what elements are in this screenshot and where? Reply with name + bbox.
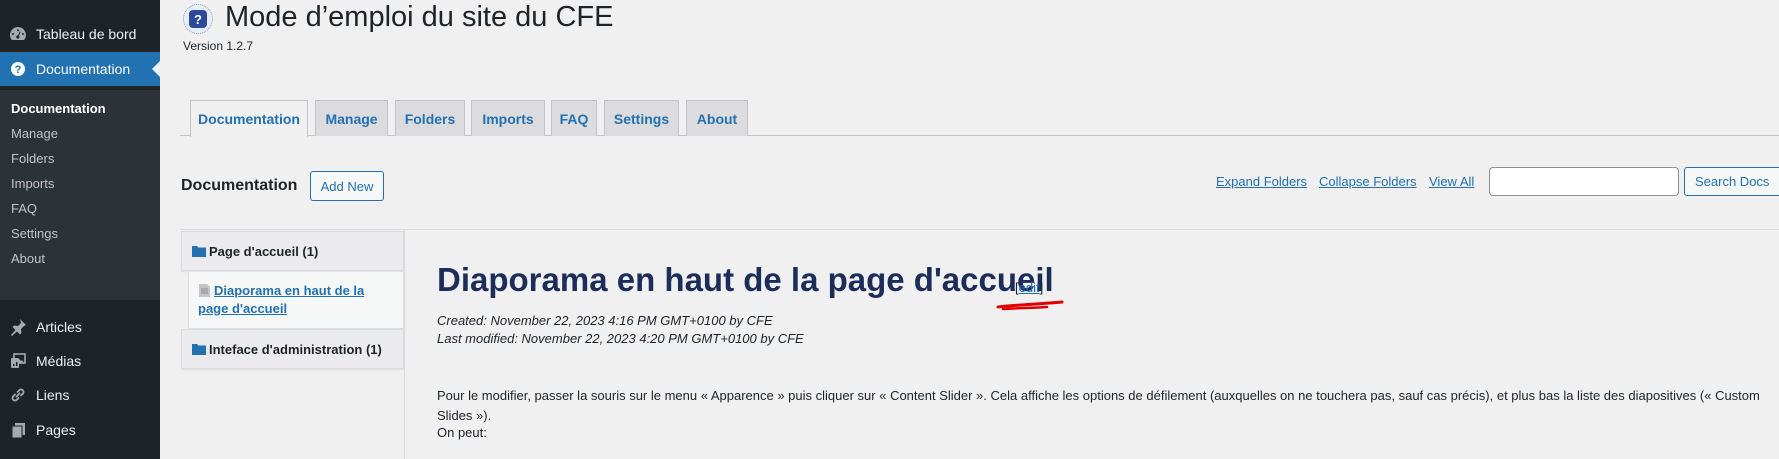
plugin-logo: ? xyxy=(183,4,213,34)
submenu-folders[interactable]: Folders xyxy=(11,151,54,166)
tab-imports[interactable]: Imports xyxy=(471,100,545,136)
menu-item-liens[interactable]: Liens xyxy=(0,378,160,412)
documentation-heading: Documentation xyxy=(181,177,298,194)
folder-interface-admin[interactable]: Inteface d'administration (1) xyxy=(181,329,404,369)
tab-manage[interactable]: Manage xyxy=(315,100,388,136)
menu-item-label: Tableau de bord xyxy=(36,26,137,42)
menu-item-pages[interactable]: Pages xyxy=(0,413,160,447)
folder-label: Page d'accueil (1) xyxy=(209,243,319,259)
menu-item-label: Documentation xyxy=(36,61,131,77)
menu-item-label: Médias xyxy=(36,353,82,369)
article-body-line: On peut: xyxy=(437,425,487,440)
add-new-button[interactable]: Add New xyxy=(310,171,384,201)
dashboard-icon xyxy=(0,24,36,44)
submenu-faq[interactable]: FAQ xyxy=(11,201,37,216)
article-body-paragraph: Pour le modifier, passer la souris sur l… xyxy=(437,388,1760,423)
pin-icon xyxy=(0,317,36,337)
tab-settings[interactable]: Settings xyxy=(604,100,679,136)
folder-label: Inteface d'administration (1) xyxy=(209,341,382,357)
collapse-folders-link[interactable]: Collapse Folders xyxy=(1319,174,1417,189)
link-icon xyxy=(0,385,36,405)
folder-page-accueil[interactable]: Page d'accueil (1) xyxy=(181,231,404,271)
created-meta: Created: November 22, 2023 4:16 PM GMT+0… xyxy=(437,313,773,328)
doc-item: Diaporama en haut de la page d'accueil xyxy=(188,272,404,329)
search-docs-button[interactable]: Search Docs xyxy=(1684,167,1779,196)
menu-item-label: Pages xyxy=(36,422,76,438)
menu-item-articles[interactable]: Articles xyxy=(0,310,160,344)
submenu-documentation[interactable]: Documentation xyxy=(11,101,106,116)
tab-faq[interactable]: FAQ xyxy=(551,100,597,136)
menu-item-medias[interactable]: Médias xyxy=(0,344,160,378)
page-title: Mode d’emploi du site du CFE xyxy=(225,1,614,33)
submenu-settings[interactable]: Settings xyxy=(11,226,58,241)
admin-sidebar: Tableau de bord ? Documentation Document… xyxy=(0,0,160,459)
menu-item-documentation[interactable]: ? Documentation xyxy=(0,52,160,86)
red-annotation-underline xyxy=(996,300,1064,311)
search-input[interactable] xyxy=(1489,167,1679,196)
edit-wrapper: [edit] xyxy=(1015,280,1043,295)
folder-icon xyxy=(192,246,206,257)
media-icon xyxy=(0,351,36,371)
doc-link-diaporama[interactable]: Diaporama en haut de la page d'accueil xyxy=(198,282,398,318)
tree-divider xyxy=(404,229,405,459)
svg-text:?: ? xyxy=(15,64,22,76)
view-all-link[interactable]: View All xyxy=(1429,174,1474,189)
submenu-about[interactable]: About xyxy=(11,251,45,266)
tab-documentation[interactable]: Documentation xyxy=(190,100,308,137)
menu-item-label: Liens xyxy=(36,387,70,403)
edit-link[interactable]: edit xyxy=(1019,280,1040,295)
article-title: Diaporama en haut de la page d'accueil xyxy=(437,261,1054,298)
submenu-manage[interactable]: Manage xyxy=(11,126,58,141)
pages-icon xyxy=(0,420,36,440)
edit-bracket: ] xyxy=(1039,280,1044,295)
question-icon: ? xyxy=(189,10,207,28)
content-divider xyxy=(180,229,1779,230)
menu-item-dashboard[interactable]: Tableau de bord xyxy=(0,17,160,51)
menu-item-label: Articles xyxy=(36,319,82,335)
tab-folders[interactable]: Folders xyxy=(395,100,465,136)
help-icon: ? xyxy=(0,59,36,79)
expand-folders-link[interactable]: Expand Folders xyxy=(1216,174,1307,189)
version-label: Version 1.2.7 xyxy=(183,39,254,53)
submenu-imports[interactable]: Imports xyxy=(11,176,54,191)
documentation-submenu: Documentation Manage Folders Imports FAQ… xyxy=(0,90,160,300)
tab-about[interactable]: About xyxy=(686,100,748,136)
modified-meta: Last modified: November 22, 2023 4:20 PM… xyxy=(437,331,804,346)
folder-icon xyxy=(192,344,206,355)
